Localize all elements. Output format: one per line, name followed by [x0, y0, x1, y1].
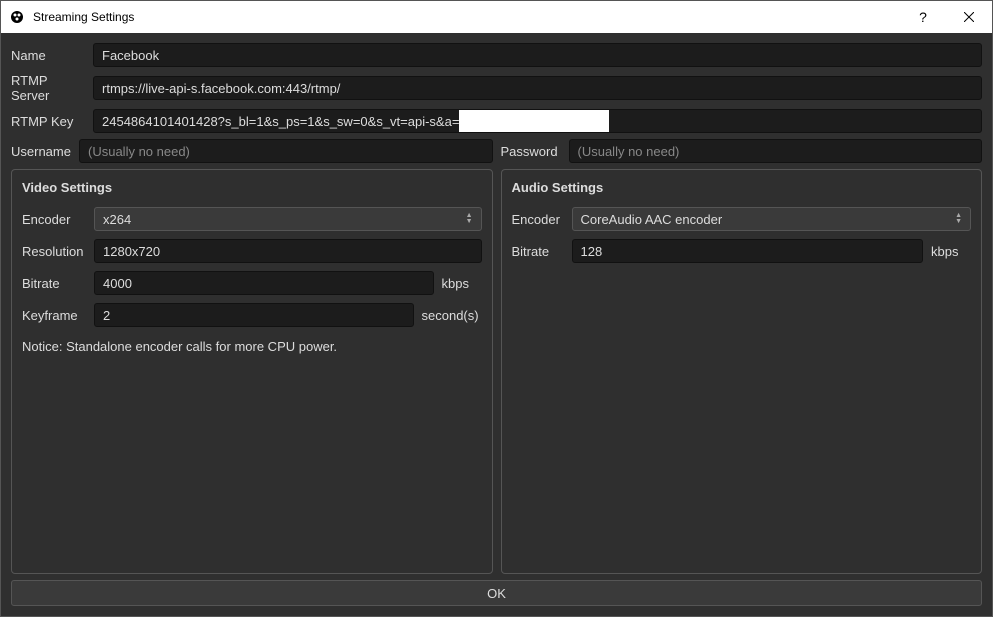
audio-bitrate-label: Bitrate	[512, 244, 564, 259]
titlebar: Streaming Settings ?	[1, 1, 992, 33]
audio-encoder-label: Encoder	[512, 212, 564, 227]
rtmp-key-visible-text: 2454864101401428?s_bl=1&s_ps=1&s_sw=0&s_…	[94, 110, 459, 133]
rtmp-key-row: RTMP Key 2454864101401428?s_bl=1&s_ps=1&…	[11, 109, 982, 133]
username-label: Username	[11, 144, 71, 159]
password-group: Password	[501, 139, 983, 163]
video-bitrate-label: Bitrate	[22, 276, 86, 291]
updown-icon: ▲▼	[466, 213, 473, 225]
video-notice: Notice: Standalone encoder calls for mor…	[22, 339, 482, 354]
audio-bitrate-input[interactable]	[572, 239, 924, 263]
username-group: Username	[11, 139, 493, 163]
ok-button[interactable]: OK	[11, 580, 982, 606]
audio-encoder-row: Encoder CoreAudio AAC encoder ▲▼	[512, 207, 972, 231]
video-settings-title: Video Settings	[22, 180, 482, 195]
video-bitrate-row: Bitrate kbps	[22, 271, 482, 295]
name-label: Name	[11, 48, 85, 63]
video-resolution-row: Resolution	[22, 239, 482, 263]
video-settings-panel: Video Settings Encoder x264 ▲▼ Resolutio…	[11, 169, 493, 574]
app-icon	[9, 9, 25, 25]
name-row: Name	[11, 43, 982, 67]
video-keyframe-row: Keyframe second(s)	[22, 303, 482, 327]
video-keyframe-label: Keyframe	[22, 308, 86, 323]
audio-encoder-value: CoreAudio AAC encoder	[581, 212, 723, 227]
close-button[interactable]	[946, 1, 992, 33]
password-label: Password	[501, 144, 561, 159]
video-bitrate-input[interactable]	[94, 271, 434, 295]
video-encoder-value: x264	[103, 212, 131, 227]
video-keyframe-unit: second(s)	[422, 308, 482, 323]
dialog-content: Name RTMP Server RTMP Key 24548641014014…	[1, 33, 992, 616]
video-keyframe-input[interactable]	[94, 303, 414, 327]
password-input[interactable]	[569, 139, 983, 163]
rtmp-key-input[interactable]: 2454864101401428?s_bl=1&s_ps=1&s_sw=0&s_…	[93, 109, 982, 133]
rtmp-server-label: RTMP Server	[11, 73, 85, 103]
close-icon	[964, 9, 974, 25]
streaming-settings-window: Streaming Settings ? Name RTMP Server RT…	[0, 0, 993, 617]
rtmp-server-row: RTMP Server	[11, 73, 982, 103]
video-resolution-input[interactable]	[94, 239, 482, 263]
rtmp-key-redacted	[459, 109, 609, 133]
audio-encoder-select[interactable]: CoreAudio AAC encoder ▲▼	[572, 207, 972, 231]
help-button[interactable]: ?	[900, 1, 946, 33]
audio-bitrate-row: Bitrate kbps	[512, 239, 972, 263]
name-input[interactable]	[93, 43, 982, 67]
help-icon: ?	[919, 9, 927, 25]
audio-settings-panel: Audio Settings Encoder CoreAudio AAC enc…	[501, 169, 983, 574]
settings-panels: Video Settings Encoder x264 ▲▼ Resolutio…	[11, 169, 982, 574]
audio-bitrate-unit: kbps	[931, 244, 971, 259]
ok-button-label: OK	[487, 586, 506, 601]
window-title: Streaming Settings	[33, 10, 900, 24]
audio-settings-title: Audio Settings	[512, 180, 972, 195]
video-encoder-row: Encoder x264 ▲▼	[22, 207, 482, 231]
video-bitrate-unit: kbps	[442, 276, 482, 291]
username-input[interactable]	[79, 139, 493, 163]
video-encoder-label: Encoder	[22, 212, 86, 227]
rtmp-server-input[interactable]	[93, 76, 982, 100]
updown-icon: ▲▼	[955, 213, 962, 225]
rtmp-key-label: RTMP Key	[11, 114, 85, 129]
credentials-row: Username Password	[11, 139, 982, 163]
video-encoder-select[interactable]: x264 ▲▼	[94, 207, 482, 231]
video-resolution-label: Resolution	[22, 244, 86, 259]
